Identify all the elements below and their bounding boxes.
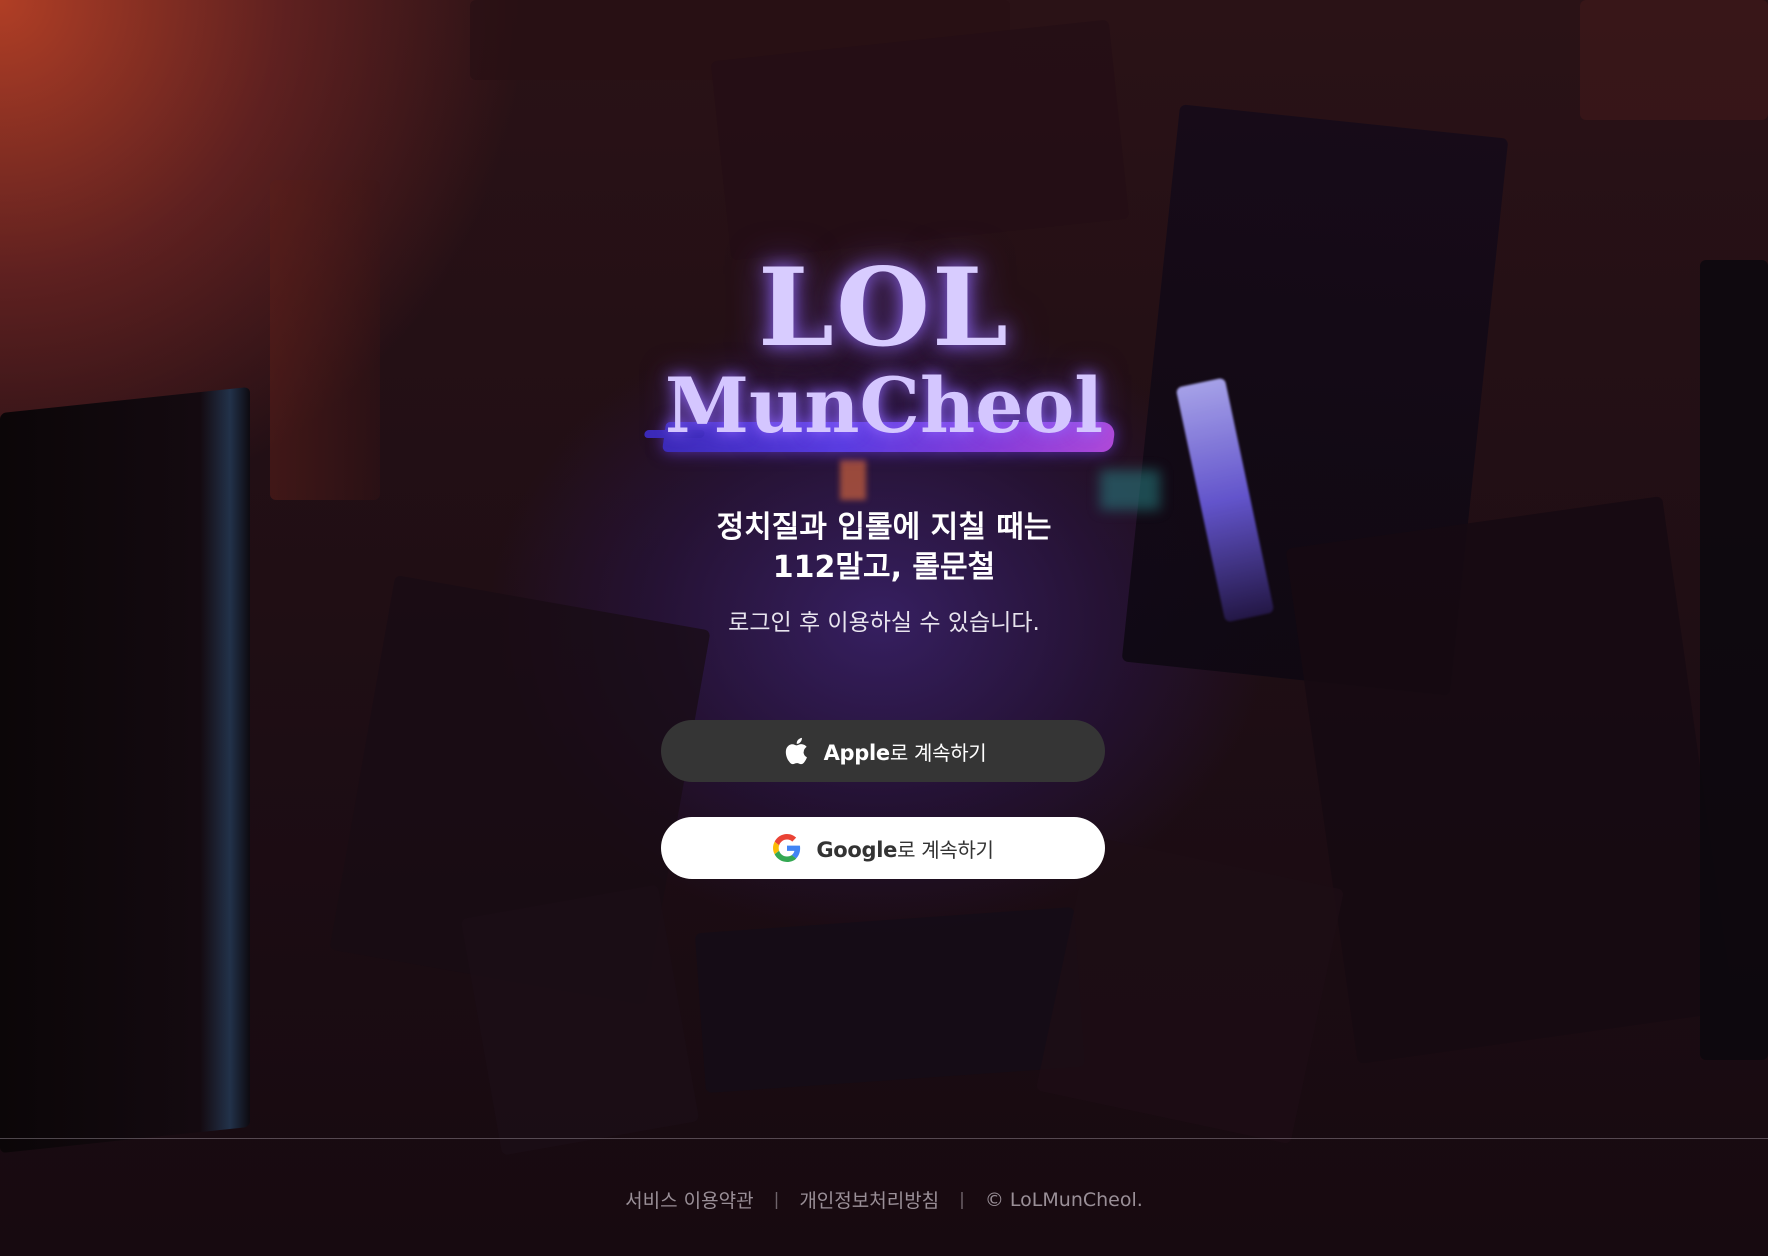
google-login-button[interactable]: Google로 계속하기 (661, 817, 1105, 879)
background-block (0, 386, 250, 1154)
background-glow (1100, 470, 1160, 510)
background-block (694, 906, 1086, 1094)
tagline-line-2: 112말고, 롤문철 (772, 550, 996, 585)
privacy-policy-link[interactable]: 개인정보처리방침 (799, 1186, 939, 1213)
footer-divider (0, 1138, 1768, 1139)
login-required-notice: 로그인 후 이용하실 수 있습니다. (728, 610, 1040, 636)
google-icon (772, 833, 802, 863)
background-block (460, 884, 700, 1156)
hero-tagline: 정치질과 입롤에 지칠 때는 112말고, 롤문철 (584, 508, 1184, 588)
background-block (1700, 260, 1768, 1060)
background-block (710, 19, 1130, 261)
site-logo: LOL MunCheol (654, 245, 1117, 472)
apple-login-button[interactable]: Apple로 계속하기 (661, 720, 1105, 782)
copyright-text: © LoLMunCheol. (984, 1188, 1143, 1211)
logo-text-lol: LOL (758, 245, 1010, 371)
background-block (270, 180, 380, 500)
background-block (1285, 496, 1735, 1064)
google-login-label: Google로 계속하기 (816, 837, 994, 862)
footer-separator: | (959, 1189, 965, 1210)
footer-separator: | (773, 1189, 780, 1210)
background-block (1580, 0, 1768, 120)
background-block (1035, 835, 1345, 1145)
footer: 서비스 이용약관 | 개인정보처리방침 | © LoLMunCheol. (0, 1186, 1768, 1213)
logo-text-muncheol: MunCheol (664, 361, 1104, 450)
login-page: LOL MunCheol 정치질과 입롤에 지칠 때는 112말고, 롤문철 로… (0, 0, 1768, 1256)
apple-icon (780, 736, 810, 766)
tagline-line-1: 정치질과 입롤에 지칠 때는 (716, 510, 1052, 545)
terms-of-service-link[interactable]: 서비스 이용약관 (625, 1186, 753, 1213)
apple-login-label: Apple로 계속하기 (823, 740, 987, 765)
